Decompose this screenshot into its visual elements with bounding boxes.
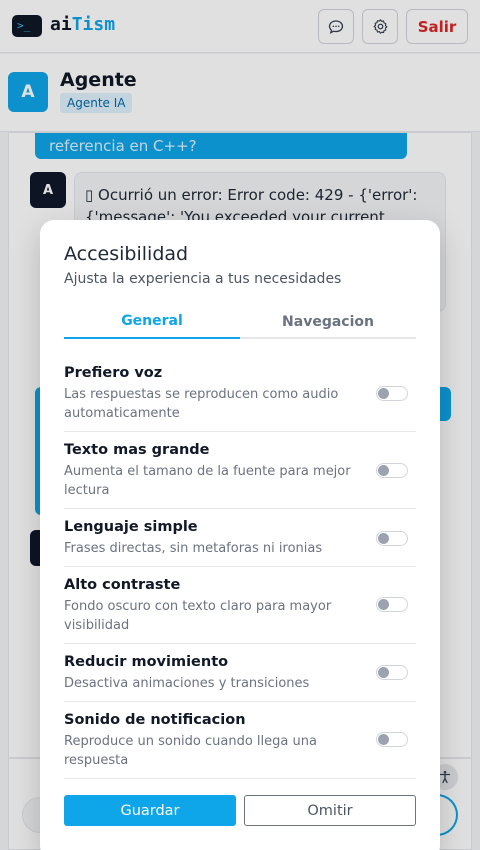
tab-navegacion[interactable]: Navegacion bbox=[240, 305, 416, 339]
accessibility-modal: Accesibilidad Ajusta la experiencia a tu… bbox=[40, 220, 440, 850]
toggle-reducir-movimiento[interactable] bbox=[376, 665, 408, 680]
modal-tabs: General Navegacion bbox=[64, 305, 416, 339]
toggle-knob bbox=[378, 667, 389, 678]
toggle-lenguaje-simple[interactable] bbox=[376, 531, 408, 546]
toggle-alto-contraste[interactable] bbox=[376, 597, 408, 612]
option-description: Frases directas, sin metaforas ni ironia… bbox=[64, 541, 323, 556]
modal-subtitle: Ajusta la experiencia a tus necesidades bbox=[64, 271, 342, 287]
toggle-knob bbox=[378, 599, 389, 610]
option-description: Desactiva animaciones y transiciones bbox=[64, 676, 310, 691]
toggle-knob bbox=[378, 533, 389, 544]
option-title: Reducir movimiento bbox=[64, 654, 229, 670]
option-prefiero-voz: Prefiero voz Las respuestas se reproduce… bbox=[64, 355, 416, 432]
toggle-knob bbox=[378, 388, 389, 399]
option-lenguaje-simple: Lenguaje simple Frases directas, sin met… bbox=[64, 509, 416, 567]
option-sonido-de-notificacion: Sonido de notificacion Reproduce un soni… bbox=[64, 702, 416, 779]
option-title: Prefiero voz bbox=[64, 365, 163, 381]
option-description: Fondo oscuro con texto claro para mayor … bbox=[64, 599, 332, 633]
modal-title: Accesibilidad bbox=[64, 243, 189, 265]
option-title: Texto mas grande bbox=[64, 442, 210, 458]
option-title: Sonido de notificacion bbox=[64, 712, 246, 728]
option-reducir-movimiento: Reducir movimiento Desactiva animaciones… bbox=[64, 644, 416, 702]
toggle-prefiero-voz[interactable] bbox=[376, 386, 408, 401]
toggle-knob bbox=[378, 465, 389, 476]
option-title: Alto contraste bbox=[64, 577, 181, 593]
skip-button[interactable]: Omitir bbox=[244, 795, 416, 826]
option-texto-mas-grande: Texto mas grande Aumenta el tamano de la… bbox=[64, 432, 416, 509]
save-button[interactable]: Guardar bbox=[64, 795, 236, 826]
option-description: Las respuestas se reproducen como audio … bbox=[64, 387, 339, 421]
option-description: Reproduce un sonido cuando llega una res… bbox=[64, 734, 317, 768]
toggle-knob bbox=[378, 734, 389, 745]
toggle-sonido-de-notificacion[interactable] bbox=[376, 732, 408, 747]
tab-general[interactable]: General bbox=[64, 305, 240, 339]
option-description: Aumenta el tamano de la fuente para mejo… bbox=[64, 464, 351, 498]
toggle-texto-mas-grande[interactable] bbox=[376, 463, 408, 478]
option-title: Lenguaje simple bbox=[64, 519, 198, 535]
option-alto-contraste: Alto contraste Fondo oscuro con texto cl… bbox=[64, 567, 416, 644]
